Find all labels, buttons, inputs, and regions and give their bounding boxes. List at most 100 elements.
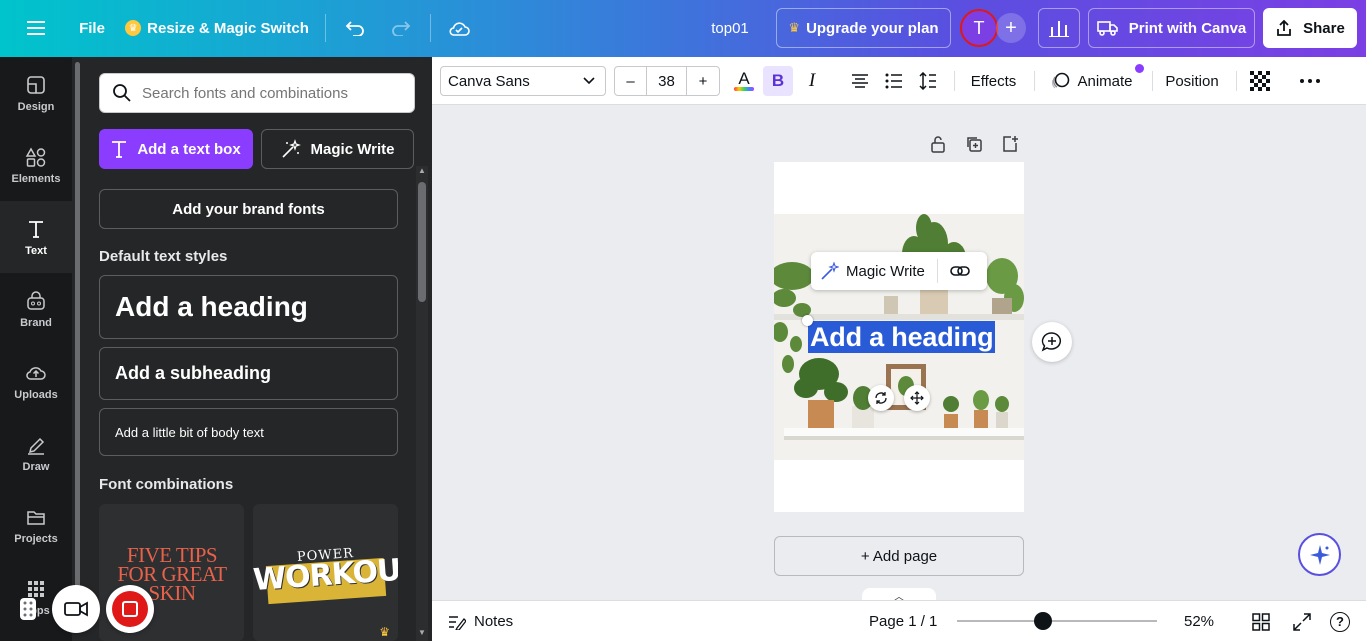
redo-button[interactable] bbox=[384, 8, 418, 48]
rail-item-brand[interactable]: Brand bbox=[0, 273, 72, 345]
chevron-down-icon bbox=[583, 77, 595, 85]
canva-assistant-button[interactable] bbox=[1298, 533, 1341, 576]
spacing-button[interactable] bbox=[912, 66, 944, 96]
notes-icon bbox=[449, 615, 466, 630]
resize-magic-switch-button[interactable]: ♛ Resize & Magic Switch bbox=[124, 8, 310, 48]
duplicate-icon bbox=[967, 137, 982, 152]
add-page-button[interactable]: + Add page bbox=[774, 536, 1024, 576]
magic-write-button[interactable]: Magic Write bbox=[261, 129, 414, 169]
rail-item-projects[interactable]: Projects bbox=[0, 489, 72, 561]
grid-view-icon bbox=[1252, 612, 1270, 631]
lock-page-button[interactable] bbox=[928, 134, 948, 154]
drag-dots-icon bbox=[23, 601, 33, 617]
redo-icon bbox=[392, 21, 411, 36]
stop-icon bbox=[112, 591, 148, 627]
fullscreen-button[interactable] bbox=[1293, 601, 1311, 641]
link-icon[interactable] bbox=[950, 264, 970, 278]
zoom-percentage[interactable]: 52% bbox=[1184, 601, 1214, 641]
share-button[interactable]: Share bbox=[1263, 8, 1357, 48]
video-camera-icon bbox=[64, 601, 88, 617]
toolbar-divider bbox=[1034, 71, 1035, 91]
menu-icon[interactable] bbox=[18, 8, 54, 48]
file-menu-button[interactable]: File bbox=[70, 8, 114, 48]
font-size-input[interactable]: 38 bbox=[647, 67, 687, 95]
notes-label: Notes bbox=[474, 613, 514, 630]
upgrade-plan-button[interactable]: ♛ Upgrade your plan bbox=[776, 8, 951, 48]
rail-item-text[interactable]: Text bbox=[0, 201, 72, 273]
undo-button[interactable] bbox=[338, 8, 372, 48]
panel-scrollbar-left[interactable] bbox=[75, 62, 80, 622]
font-family-dropdown[interactable]: Canva Sans bbox=[440, 66, 606, 96]
avatar-initial: T bbox=[960, 9, 998, 47]
comment-plus-icon bbox=[1041, 332, 1061, 352]
stop-recording-button[interactable] bbox=[106, 585, 154, 633]
avatar[interactable]: T bbox=[959, 8, 999, 48]
zoom-slider-thumb[interactable] bbox=[1034, 612, 1052, 630]
selected-heading-text[interactable]: Add a heading bbox=[808, 321, 996, 353]
add-subheading-style[interactable]: Add a subheading bbox=[99, 347, 398, 400]
document-title[interactable]: top01 bbox=[700, 8, 760, 48]
font-combination-power-workout[interactable]: POWER WORKOUT ♛ bbox=[253, 504, 398, 641]
rail-item-elements[interactable]: Elements bbox=[0, 129, 72, 201]
rotate-icon bbox=[875, 392, 887, 404]
animate-icon bbox=[1052, 72, 1070, 89]
list-button[interactable] bbox=[878, 66, 910, 96]
position-button[interactable]: Position bbox=[1160, 66, 1224, 96]
add-page-icon-button[interactable] bbox=[1000, 134, 1020, 154]
increase-font-size-button[interactable]: + bbox=[687, 67, 719, 95]
animate-button[interactable]: Animate bbox=[1044, 64, 1144, 96]
rail-label: Elements bbox=[11, 172, 61, 185]
italic-button[interactable]: I bbox=[797, 66, 827, 96]
rail-item-draw[interactable]: Draw bbox=[0, 417, 72, 489]
move-handle[interactable] bbox=[904, 385, 930, 411]
rail-label: Brand bbox=[20, 316, 52, 329]
grid-view-button[interactable] bbox=[1252, 601, 1270, 641]
print-label: Print with Canva bbox=[1128, 19, 1247, 37]
rail-item-uploads[interactable]: Uploads bbox=[0, 345, 72, 417]
scroll-down-arrow-icon[interactable]: ▼ bbox=[418, 628, 426, 637]
bold-button[interactable]: B bbox=[763, 66, 793, 96]
selection-handle[interactable] bbox=[802, 315, 813, 326]
panel-scrollbar-thumb[interactable] bbox=[418, 182, 426, 302]
text-color-button[interactable]: A bbox=[728, 66, 760, 96]
rail-label: Draw bbox=[22, 460, 50, 473]
recorder-drag-handle[interactable] bbox=[20, 598, 36, 620]
decrease-font-size-button[interactable]: – bbox=[615, 67, 647, 95]
notes-button[interactable]: Notes bbox=[448, 601, 513, 641]
transparency-button[interactable] bbox=[1248, 66, 1272, 96]
font-search-input[interactable] bbox=[142, 84, 402, 102]
add-text-box-button[interactable]: Add a text box bbox=[99, 129, 253, 169]
print-with-canva-button[interactable]: Print with Canva bbox=[1088, 8, 1255, 48]
top-header: File ♛ Resize & Magic Switch top01 ♛ Upg… bbox=[0, 0, 1366, 57]
rail-item-design[interactable]: Design bbox=[0, 57, 72, 129]
floating-magic-write-button[interactable]: Magic Write bbox=[846, 263, 925, 280]
insights-button[interactable] bbox=[1038, 8, 1080, 48]
cloud-save-icon[interactable] bbox=[442, 8, 476, 48]
crown-icon: ♛ bbox=[788, 20, 801, 35]
page-indicator[interactable]: Page 1 / 1 bbox=[869, 601, 937, 641]
panel-scrollbar[interactable]: ▲ ▼ bbox=[416, 166, 428, 641]
text-icon bbox=[29, 220, 43, 238]
effects-button[interactable]: Effects bbox=[962, 66, 1025, 96]
add-heading-style[interactable]: Add a heading bbox=[99, 275, 398, 339]
add-brand-fonts-button[interactable]: Add your brand fonts bbox=[99, 189, 398, 229]
fullscreen-icon bbox=[1293, 612, 1311, 631]
elements-icon bbox=[25, 146, 46, 167]
scroll-up-arrow-icon[interactable]: ▲ bbox=[418, 166, 426, 175]
align-center-button[interactable] bbox=[844, 66, 876, 96]
font-search-box[interactable] bbox=[99, 73, 415, 113]
add-comment-button[interactable] bbox=[1032, 322, 1072, 362]
help-button[interactable]: ? bbox=[1330, 601, 1350, 641]
add-page-icon bbox=[1003, 136, 1018, 152]
more-options-button[interactable] bbox=[1294, 66, 1326, 96]
rotate-handle[interactable] bbox=[868, 385, 894, 411]
bold-icon: B bbox=[771, 71, 785, 90]
duplicate-page-button[interactable] bbox=[964, 134, 984, 154]
add-collaborator-button[interactable]: + bbox=[995, 8, 1027, 48]
add-body-text-style[interactable]: Add a little bit of body text bbox=[99, 408, 398, 456]
magic-wand-icon bbox=[821, 262, 839, 280]
zoom-slider-track[interactable] bbox=[957, 620, 1157, 622]
camera-toggle-button[interactable] bbox=[52, 585, 100, 633]
transparency-icon bbox=[1250, 71, 1270, 91]
projects-icon bbox=[27, 510, 45, 525]
